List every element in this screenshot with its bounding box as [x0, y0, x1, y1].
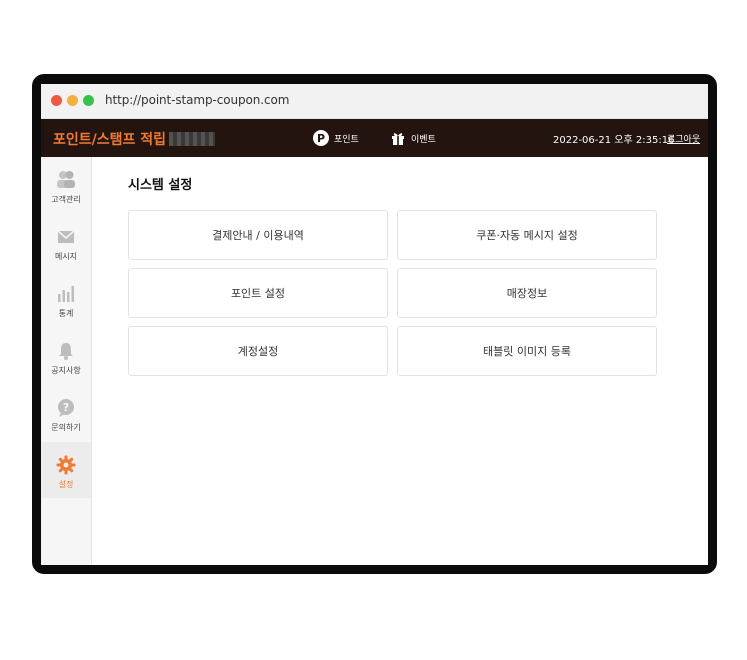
nav-event-button[interactable]: 이벤트	[390, 128, 436, 148]
nav-point-button[interactable]: P 포인트	[313, 128, 359, 148]
sidebar-item-customers[interactable]: 고객관리	[41, 157, 91, 213]
store-name-redacted	[169, 132, 215, 146]
p-circle-icon: P	[313, 130, 329, 146]
nav-event-label: 이벤트	[411, 134, 436, 145]
svg-text:?: ?	[63, 401, 69, 414]
close-window-button[interactable]	[51, 95, 62, 106]
sidebar-item-label: 통계	[58, 309, 74, 318]
page-title: 시스템 설정	[128, 178, 193, 193]
app-header: 포인트/스탬프 적립 P 포인트 이벤트 2022-06-21 오후 2:35:…	[41, 119, 708, 157]
bell-icon	[59, 343, 73, 360]
tile-coupon-auto-message[interactable]: 쿠폰·자동 메시지 설정	[397, 210, 657, 260]
main-content: 시스템 설정 결제안내 / 이용내역 쿠폰·자동 메시지 설정 포인트 설정 매…	[92, 157, 708, 565]
sidebar-item-label: 고객관리	[51, 195, 81, 204]
app-title: 포인트/스탬프 적립	[53, 132, 167, 148]
sidebar-item-notice[interactable]: 공지사항	[41, 328, 91, 384]
gear-icon	[56, 455, 76, 475]
sidebar-item-label: 메시지	[54, 252, 78, 261]
tile-store-info[interactable]: 매장정보	[397, 268, 657, 318]
tile-payment-history[interactable]: 결제안내 / 이용내역	[128, 210, 388, 260]
bar-chart-icon	[58, 286, 74, 302]
logout-link[interactable]: 로그아웃	[667, 132, 700, 145]
tile-account-settings[interactable]: 계정설정	[128, 326, 388, 376]
sidebar: 고객관리 메시지 통계 공지사항 ? 문의하기 설정	[41, 157, 92, 565]
question-icon: ?	[58, 399, 74, 417]
sidebar-item-message[interactable]: 메시지	[41, 214, 91, 270]
browser-address-bar: http://point-stamp-coupon.com	[41, 84, 708, 119]
sidebar-item-stats[interactable]: 통계	[41, 271, 91, 327]
app-window: http://point-stamp-coupon.com 포인트/스탬프 적립…	[41, 84, 708, 565]
tile-point-settings[interactable]: 포인트 설정	[128, 268, 388, 318]
envelope-icon	[57, 230, 75, 243]
url-text[interactable]: http://point-stamp-coupon.com	[105, 93, 289, 107]
sidebar-item-inquiry[interactable]: ? 문의하기	[41, 385, 91, 441]
current-datetime: 2022-06-21 오후 2:35:16	[553, 135, 675, 146]
gift-icon	[392, 133, 404, 145]
nav-point-label: 포인트	[334, 134, 359, 145]
users-icon	[57, 171, 75, 188]
sidebar-item-settings[interactable]: 설정	[41, 442, 91, 498]
tile-tablet-image[interactable]: 태블릿 이미지 등록	[397, 326, 657, 376]
minimize-window-button[interactable]	[67, 95, 78, 106]
sidebar-item-label: 설정	[58, 480, 74, 489]
sidebar-item-label: 공지사항	[51, 366, 81, 375]
maximize-window-button[interactable]	[83, 95, 94, 106]
sidebar-item-label: 문의하기	[51, 423, 81, 432]
